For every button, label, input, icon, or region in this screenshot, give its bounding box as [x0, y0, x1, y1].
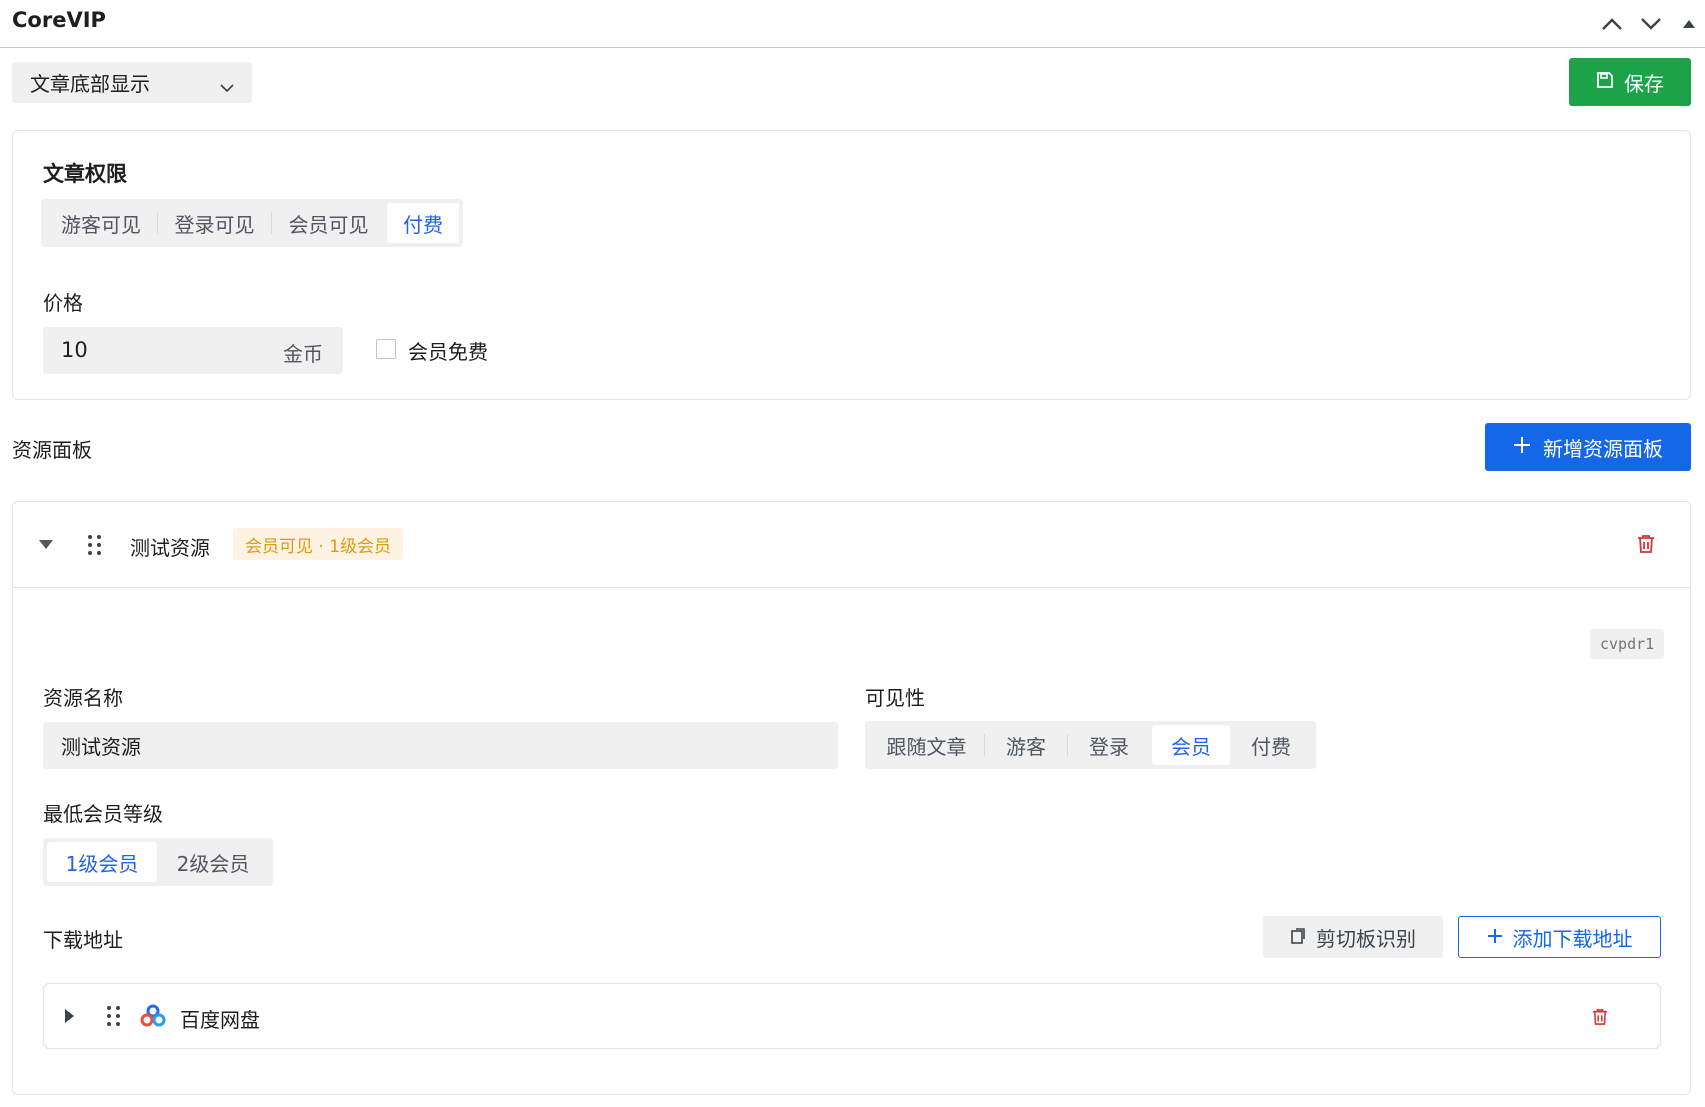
- visibility-badge: 会员可见 · 1级会员: [233, 528, 404, 560]
- add-download-label: 添加下载地址: [1512, 926, 1633, 951]
- min-level-label: 最低会员等级: [43, 802, 163, 826]
- download-item-name: 百度网盘: [180, 1008, 260, 1032]
- plus-icon: [1487, 925, 1503, 949]
- level-option-2[interactable]: 2级会员: [157, 842, 269, 882]
- visibility-option-member[interactable]: 会员: [1152, 725, 1230, 765]
- resource-name-input[interactable]: 测试资源: [43, 722, 838, 769]
- panel-header: CoreVIP: [0, 0, 1705, 48]
- member-level-segmented: 1级会员 2级会员: [43, 838, 273, 886]
- delete-resource-icon[interactable]: [1637, 534, 1655, 559]
- clipboard-detect-button[interactable]: 剪切板识别: [1263, 916, 1443, 958]
- position-select-value: 文章底部显示: [30, 72, 150, 96]
- permission-option-paid[interactable]: 付费: [387, 203, 459, 243]
- article-permission-card: 文章权限 游客可见 登录可见 会员可见 付费 价格 10 金币 会员免费: [12, 130, 1691, 400]
- permission-option-member[interactable]: 会员可见: [272, 203, 385, 243]
- resource-code-tag: cvpdr1: [1590, 629, 1665, 659]
- member-free-checkbox[interactable]: [376, 339, 396, 359]
- expand-caret-icon[interactable]: [65, 1009, 74, 1023]
- permission-option-guest[interactable]: 游客可见: [45, 203, 157, 243]
- visibility-label: 可见性: [865, 686, 925, 710]
- resource-name-value: 测试资源: [61, 735, 141, 759]
- clipboard-icon: [1290, 925, 1306, 949]
- baidu-netdisk-icon: [140, 1003, 166, 1034]
- save-button-label: 保存: [1624, 71, 1664, 96]
- clipboard-detect-label: 剪切板识别: [1316, 926, 1416, 951]
- article-permission-heading: 文章权限: [43, 162, 127, 186]
- delete-download-icon[interactable]: [1592, 1007, 1608, 1031]
- add-download-button[interactable]: 添加下载地址: [1458, 916, 1661, 958]
- resource-title: 测试资源: [130, 536, 210, 560]
- visibility-segmented: 跟随文章 游客 登录 会员 付费: [865, 721, 1316, 769]
- resource-card: 测试资源 会员可见 · 1级会员 cvpdr1 资源名称 测试资源 可见性 跟随…: [12, 501, 1691, 1095]
- chevron-up-icon[interactable]: [1598, 10, 1626, 38]
- resource-panel-label: 资源面板: [12, 438, 92, 462]
- price-value: 10: [61, 338, 88, 362]
- member-free-label: 会员免费: [408, 340, 488, 364]
- collapse-caret-icon[interactable]: [39, 540, 53, 549]
- level-option-1[interactable]: 1级会员: [47, 842, 157, 882]
- drag-handle-icon[interactable]: [88, 535, 101, 555]
- chevron-down-icon: [220, 74, 234, 98]
- price-unit: 金币: [283, 342, 323, 366]
- visibility-option-login[interactable]: 登录: [1068, 725, 1150, 765]
- visibility-option-guest[interactable]: 游客: [985, 725, 1067, 765]
- resource-name-label: 资源名称: [43, 686, 123, 710]
- resource-card-header: 测试资源 会员可见 · 1级会员: [13, 502, 1690, 588]
- download-label: 下载地址: [43, 928, 123, 952]
- price-label: 价格: [43, 291, 83, 315]
- article-permission-segmented: 游客可见 登录可见 会员可见 付费: [41, 199, 463, 247]
- add-resource-panel-label: 新增资源面板: [1543, 436, 1663, 461]
- permission-option-login[interactable]: 登录可见: [158, 203, 271, 243]
- drag-handle-icon[interactable]: [107, 1006, 120, 1026]
- triangle-up-icon[interactable]: [1675, 10, 1703, 38]
- position-select[interactable]: 文章底部显示: [12, 62, 252, 103]
- panel-title: CoreVIP: [12, 8, 106, 32]
- plus-icon: [1513, 435, 1531, 459]
- save-icon: [1596, 70, 1614, 94]
- save-button[interactable]: 保存: [1569, 58, 1691, 106]
- add-resource-panel-button[interactable]: 新增资源面板: [1485, 423, 1691, 471]
- chevron-down-icon[interactable]: [1637, 10, 1665, 38]
- price-input[interactable]: 10 金币: [43, 327, 343, 374]
- visibility-option-follow[interactable]: 跟随文章: [869, 725, 984, 765]
- download-item: 百度网盘: [43, 983, 1661, 1049]
- visibility-option-paid[interactable]: 付费: [1230, 725, 1312, 765]
